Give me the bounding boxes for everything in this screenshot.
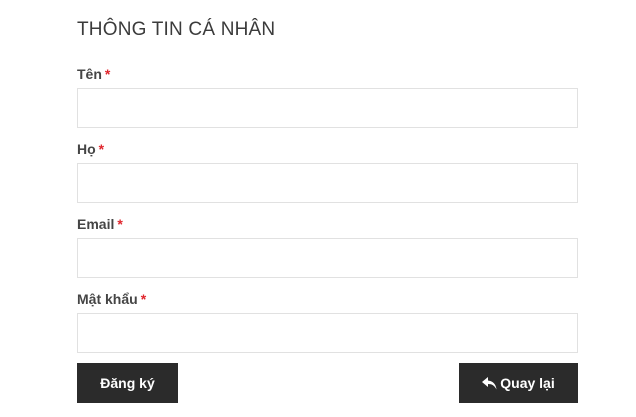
password-label: Mật khẩu * bbox=[77, 290, 146, 308]
password-label-text: Mật khẩu bbox=[77, 291, 138, 307]
back-button-label: Quay lại bbox=[500, 375, 555, 391]
required-marker: * bbox=[104, 66, 111, 82]
back-button[interactable]: Quay lại bbox=[459, 363, 578, 403]
required-marker: * bbox=[98, 141, 105, 157]
first-name-input[interactable] bbox=[77, 88, 578, 128]
email-input[interactable] bbox=[77, 238, 578, 278]
last-name-label: Họ * bbox=[77, 140, 104, 158]
section-title: THÔNG TIN CÁ NHÂN bbox=[77, 19, 276, 40]
registration-page: THÔNG TIN CÁ NHÂN Tên * Họ * Email * Mật kh… bbox=[0, 0, 636, 417]
last-name-input[interactable] bbox=[77, 163, 578, 203]
password-input[interactable] bbox=[77, 313, 578, 353]
first-name-label: Tên * bbox=[77, 65, 110, 83]
reply-arrow-icon bbox=[482, 376, 497, 390]
required-marker: * bbox=[117, 216, 123, 232]
first-name-label-text: Tên bbox=[77, 66, 102, 82]
last-name-label-text: Họ bbox=[77, 141, 96, 157]
email-label: Email * bbox=[77, 215, 123, 233]
register-button[interactable]: Đăng ký bbox=[77, 363, 178, 403]
email-label-text: Email bbox=[77, 216, 115, 232]
required-marker: * bbox=[140, 291, 147, 307]
register-button-label: Đăng ký bbox=[100, 375, 155, 391]
